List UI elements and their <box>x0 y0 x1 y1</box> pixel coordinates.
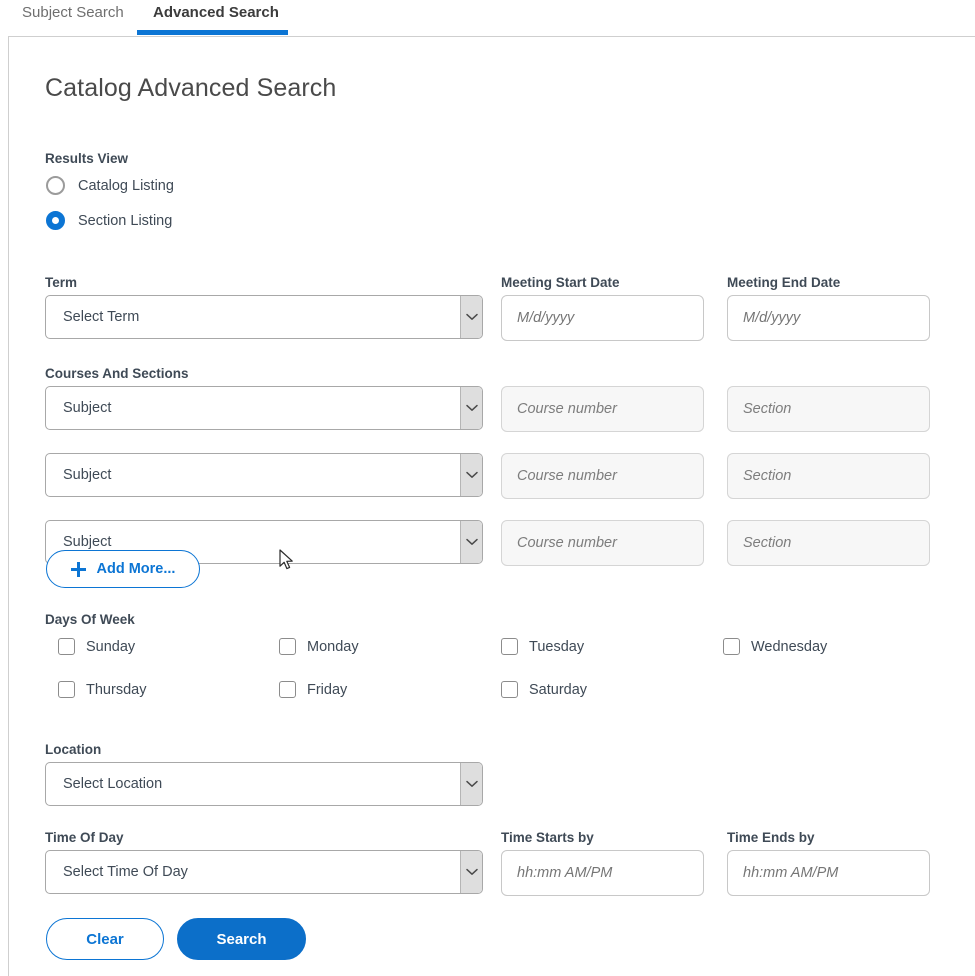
chevron-down-icon[interactable] <box>460 454 482 496</box>
time-of-day-label: Time Of Day <box>45 830 124 845</box>
checkbox-sunday-control[interactable] <box>58 638 75 655</box>
radio-catalog-listing[interactable]: Catalog Listing <box>46 176 174 195</box>
clear-button[interactable]: Clear <box>46 918 164 960</box>
checkbox-tuesday[interactable]: Tuesday <box>501 638 584 655</box>
courses-and-sections-label: Courses And Sections <box>45 366 189 381</box>
course-number-placeholder-3: Course number <box>517 535 617 551</box>
checkbox-friday[interactable]: Friday <box>279 681 347 698</box>
time-of-day-select-value: Select Time Of Day <box>63 864 188 880</box>
checkbox-sunday[interactable]: Sunday <box>58 638 135 655</box>
tab-advanced-search-label: Advanced Search <box>153 4 279 21</box>
chevron-down-icon[interactable] <box>460 521 482 563</box>
active-tab-indicator <box>137 30 288 35</box>
section-placeholder-3: Section <box>743 535 792 551</box>
checkbox-sunday-label: Sunday <box>86 638 136 655</box>
tab-subject-search-label: Subject Search <box>22 4 124 21</box>
subject-select-2[interactable]: Subject <box>45 453 483 497</box>
checkbox-friday-control[interactable] <box>279 681 296 698</box>
checkbox-tuesday-control[interactable] <box>501 638 518 655</box>
checkbox-wednesday-label: Wednesday <box>751 638 828 655</box>
location-select-value: Select Location <box>63 776 163 792</box>
checkbox-thursday-label: Thursday <box>86 681 147 698</box>
meeting-start-date-placeholder: M/d/yyyy <box>517 310 575 326</box>
time-starts-by-placeholder: hh:mm AM/PM <box>517 865 613 881</box>
checkbox-tuesday-label: Tuesday <box>529 638 585 655</box>
meeting-start-date-input[interactable]: M/d/yyyy <box>501 295 704 341</box>
checkbox-wednesday-control[interactable] <box>723 638 740 655</box>
checkbox-saturday-control[interactable] <box>501 681 518 698</box>
section-input-1[interactable]: Section <box>727 386 930 432</box>
course-number-placeholder-1: Course number <box>517 401 617 417</box>
subject-select-3-value: Subject <box>63 534 112 550</box>
section-input-2[interactable]: Section <box>727 453 930 499</box>
course-number-input-3[interactable]: Course number <box>501 520 704 566</box>
time-starts-by-input[interactable]: hh:mm AM/PM <box>501 850 704 896</box>
meeting-start-date-label: Meeting Start Date <box>501 275 620 290</box>
advanced-search-form: Catalog Advanced Search Results View Cat… <box>9 37 969 967</box>
tab-bar: Subject Search Advanced Search <box>0 0 975 36</box>
section-input-3[interactable]: Section <box>727 520 930 566</box>
search-button[interactable]: Search <box>177 918 306 960</box>
location-label: Location <box>45 742 102 757</box>
clear-button-label: Clear <box>86 930 124 948</box>
checkbox-thursday[interactable]: Thursday <box>58 681 146 698</box>
section-placeholder-2: Section <box>743 468 792 484</box>
meeting-end-date-label: Meeting End Date <box>727 275 841 290</box>
course-number-input-1[interactable]: Course number <box>501 386 704 432</box>
advanced-search-panel: Catalog Advanced Search Results View Cat… <box>8 36 975 976</box>
course-number-placeholder-2: Course number <box>517 468 617 484</box>
checkbox-friday-label: Friday <box>307 681 348 698</box>
time-starts-by-label: Time Starts by <box>501 830 594 845</box>
search-button-label: Search <box>216 930 267 948</box>
page-title: Catalog Advanced Search <box>45 74 337 102</box>
meeting-end-date-placeholder: M/d/yyyy <box>743 310 801 326</box>
term-label: Term <box>45 275 78 290</box>
location-select[interactable]: Select Location <box>45 762 483 806</box>
subject-select-1[interactable]: Subject <box>45 386 483 430</box>
course-number-input-2[interactable]: Course number <box>501 453 704 499</box>
results-view-label: Results View <box>45 151 129 166</box>
mouse-cursor <box>279 549 295 577</box>
radio-section-listing[interactable]: Section Listing <box>46 211 172 230</box>
meeting-end-date-input[interactable]: M/d/yyyy <box>727 295 930 341</box>
chevron-down-icon[interactable] <box>460 763 482 805</box>
checkbox-saturday[interactable]: Saturday <box>501 681 587 698</box>
radio-catalog-listing-control[interactable] <box>46 176 65 195</box>
time-of-day-select[interactable]: Select Time Of Day <box>45 850 483 894</box>
radio-section-listing-control[interactable] <box>46 211 65 230</box>
checkbox-thursday-control[interactable] <box>58 681 75 698</box>
checkbox-monday-label: Monday <box>307 638 359 655</box>
days-of-week-label: Days Of Week <box>45 612 135 627</box>
chevron-down-icon[interactable] <box>460 296 482 338</box>
subject-select-2-value: Subject <box>63 467 112 483</box>
section-placeholder-1: Section <box>743 401 792 417</box>
checkbox-monday[interactable]: Monday <box>279 638 359 655</box>
tab-subject-search[interactable]: Subject Search <box>22 0 124 36</box>
time-ends-by-input[interactable]: hh:mm AM/PM <box>727 850 930 896</box>
time-ends-by-label: Time Ends by <box>727 830 815 845</box>
checkbox-wednesday[interactable]: Wednesday <box>723 638 827 655</box>
plus-icon <box>70 561 86 577</box>
term-select-value: Select Term <box>63 309 140 325</box>
radio-section-listing-label: Section Listing <box>78 212 173 229</box>
radio-catalog-listing-label: Catalog Listing <box>78 177 174 194</box>
checkbox-monday-control[interactable] <box>279 638 296 655</box>
checkbox-saturday-label: Saturday <box>529 681 588 698</box>
term-select[interactable]: Select Term <box>45 295 483 339</box>
add-more-button[interactable]: Add More... <box>46 550 200 588</box>
add-more-button-label: Add More... <box>96 561 176 577</box>
chevron-down-icon[interactable] <box>460 851 482 893</box>
subject-select-1-value: Subject <box>63 400 112 416</box>
chevron-down-icon[interactable] <box>460 387 482 429</box>
time-ends-by-placeholder: hh:mm AM/PM <box>743 865 839 881</box>
